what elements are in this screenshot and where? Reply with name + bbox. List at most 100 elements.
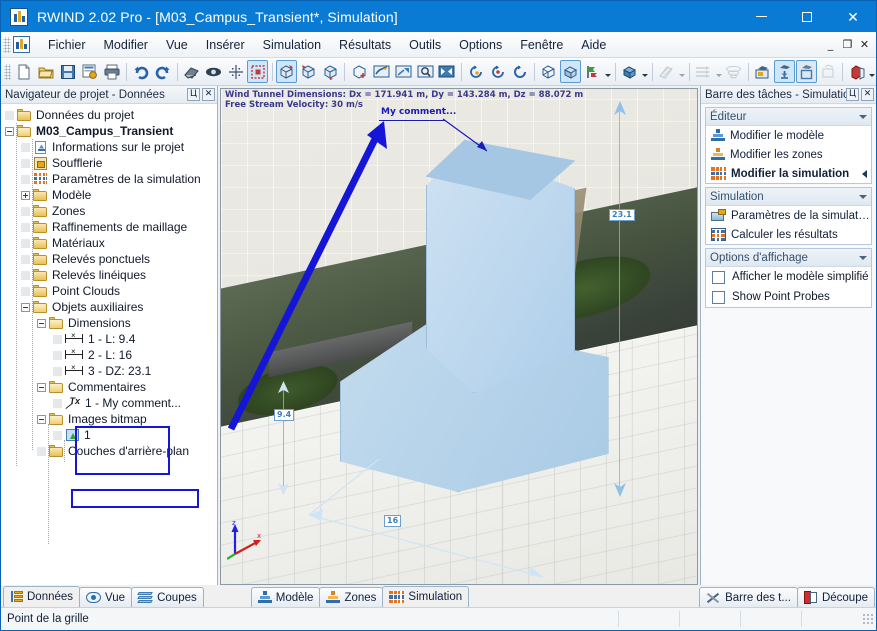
collapse-icon[interactable] (5, 126, 14, 136)
view-rotate-1-icon[interactable] (275, 60, 297, 83)
menu-item-outils[interactable]: Outils (400, 35, 450, 55)
flow-lines-dropdown[interactable] (714, 60, 722, 83)
zoom-fit-icon[interactable] (437, 60, 458, 83)
redo-icon[interactable] (152, 60, 173, 83)
checkbox-show-point-probes[interactable] (712, 290, 725, 304)
tree-item[interactable]: Objets auxiliaires (1, 299, 217, 315)
tab-coupes[interactable]: Coupes (131, 587, 204, 607)
tree-item[interactable]: M03_Campus_Transient (1, 123, 217, 139)
tab-vue[interactable]: Vue (79, 587, 133, 607)
direction-arrows-icon[interactable] (582, 60, 603, 83)
clipping-box-icon[interactable] (847, 60, 868, 83)
tree-item[interactable]: Relevés linéiques (1, 267, 217, 283)
view-rotate-3-icon[interactable] (320, 60, 341, 83)
pan-icon[interactable] (371, 60, 392, 83)
panel-close-button[interactable]: ✕ (202, 88, 215, 101)
undo-icon[interactable] (130, 60, 151, 83)
window-close-button[interactable]: ✕ (830, 1, 876, 32)
collapse-icon[interactable] (37, 382, 46, 392)
tree-item[interactable]: Soufflerie (1, 155, 217, 171)
tree-item[interactable]: Couches d'arrière-plan (1, 443, 217, 459)
menu-item-modifier[interactable]: Modifier (95, 35, 157, 55)
direction-arrows-dropdown[interactable] (603, 60, 611, 83)
section-options-header[interactable]: Options d'affichage (706, 249, 871, 267)
chevron-down-icon[interactable] (859, 194, 867, 199)
menu-app-icon[interactable] (13, 36, 30, 53)
flow-lines-icon[interactable] (693, 60, 714, 83)
rotate-center-icon[interactable] (487, 60, 508, 83)
menu-item-fenetre[interactable]: Fenêtre (511, 35, 572, 55)
tree-item[interactable]: Relevés ponctuels (1, 251, 217, 267)
3d-viewport[interactable]: Jiřího z Poděbrad M Wind Tunnel Dimensio… (220, 88, 698, 585)
tree-item[interactable]: × 1 - L: 9.4 (1, 331, 217, 347)
tab-barre-des-taches[interactable]: Barre des t... (699, 587, 798, 607)
grid-icon[interactable] (225, 60, 246, 83)
task-item-calculer-resultats[interactable]: Calculer les résultats (706, 225, 871, 244)
open-icon[interactable] (36, 60, 57, 83)
tree-item[interactable]: Matériaux (1, 235, 217, 251)
save-as-icon[interactable] (80, 60, 101, 83)
resize-grip[interactable] (862, 613, 874, 625)
tree-item[interactable]: Paramètres de la simulation (1, 171, 217, 187)
mdi-close-button[interactable]: ✕ (857, 37, 872, 52)
render-mode-icon[interactable] (619, 60, 640, 83)
tree-item[interactable]: × 2 - L: 16 (1, 347, 217, 363)
task-item-modifier-la-simulation[interactable]: Modifier la simulation (706, 164, 871, 183)
results-panels-icon[interactable] (795, 60, 817, 83)
collapse-icon[interactable] (37, 318, 46, 328)
chevron-down-icon[interactable] (859, 114, 867, 119)
menu-item-options[interactable]: Options (450, 35, 511, 55)
solid-icon[interactable] (560, 60, 582, 83)
collapse-icon[interactable] (37, 414, 46, 424)
tree-item[interactable]: Tx 1 - My comment... (1, 395, 217, 411)
task-panel-close-button[interactable]: ✕ (861, 88, 874, 101)
view-rotate-2-icon[interactable] (298, 60, 319, 83)
rotate-free-icon[interactable] (509, 60, 530, 83)
tree-item[interactable]: Modèle (1, 187, 217, 203)
results-extra-icon[interactable] (818, 60, 839, 83)
zoom-window-icon[interactable] (393, 60, 414, 83)
tree-item[interactable]: Données du projet (1, 107, 217, 123)
magnifier-icon[interactable] (415, 60, 436, 83)
menu-item-simulation[interactable]: Simulation (254, 35, 330, 55)
tab-zones[interactable]: Zones (319, 587, 384, 607)
dimension-label-bottom[interactable]: 16 (384, 515, 402, 527)
tree-item[interactable]: Commentaires (1, 379, 217, 395)
render-icon[interactable] (181, 60, 202, 83)
hatch-icon[interactable] (656, 60, 677, 83)
tab-modele[interactable]: Modèle (250, 587, 321, 607)
task-panel-pin-button[interactable]: Ц (846, 88, 859, 101)
tree-item[interactable]: Raffinements de maillage (1, 219, 217, 235)
save-icon[interactable] (58, 60, 79, 83)
window-minimize-button[interactable] (738, 1, 784, 32)
mdi-minimize-button[interactable]: _ (823, 37, 838, 52)
menu-item-vue[interactable]: Vue (157, 35, 197, 55)
dimension-label-height[interactable]: 23.1 (609, 209, 635, 221)
menu-drag-grip[interactable] (3, 36, 11, 53)
tree-item[interactable]: Images bitmap (1, 411, 217, 427)
task-item-modifier-le-modele[interactable]: Modifier le modèle (706, 126, 871, 145)
task-item-parametres-simulation[interactable]: Paramètres de la simulation... (706, 206, 871, 225)
tree-item[interactable]: 1 (1, 427, 217, 443)
tree-item[interactable]: Point Clouds (1, 283, 217, 299)
task-item-modifier-les-zones[interactable]: Modifier les zones (706, 145, 871, 164)
results-model-icon[interactable] (752, 60, 773, 83)
clipping-box-dropdown[interactable] (868, 60, 876, 83)
iso-surface-icon[interactable] (723, 60, 744, 83)
selection-window-icon[interactable] (247, 60, 269, 83)
tab-simulation[interactable]: Simulation (382, 586, 470, 607)
tree-item[interactable]: × 3 - DZ: 23.1 (1, 363, 217, 379)
menu-item-aide[interactable]: Aide (572, 35, 615, 55)
render-mode-dropdown[interactable] (640, 60, 648, 83)
collapse-icon[interactable] (21, 302, 30, 312)
mdi-restore-button[interactable]: ❐ (840, 37, 855, 52)
tree-item[interactable]: Informations sur le projet (1, 139, 217, 155)
checkbox-row-modele-simplifie[interactable]: Afficher le modèle simplifié (706, 267, 871, 287)
panel-pin-button[interactable]: Ц (187, 88, 200, 101)
view-add-icon[interactable] (349, 60, 370, 83)
menu-item-resultats[interactable]: Résultats (330, 35, 400, 55)
window-maximize-button[interactable] (784, 1, 830, 32)
section-simulation-header[interactable]: Simulation (706, 188, 871, 206)
section-editeur-header[interactable]: Éditeur (706, 108, 871, 126)
checkbox-row-point-probes[interactable]: Show Point Probes (706, 287, 871, 307)
